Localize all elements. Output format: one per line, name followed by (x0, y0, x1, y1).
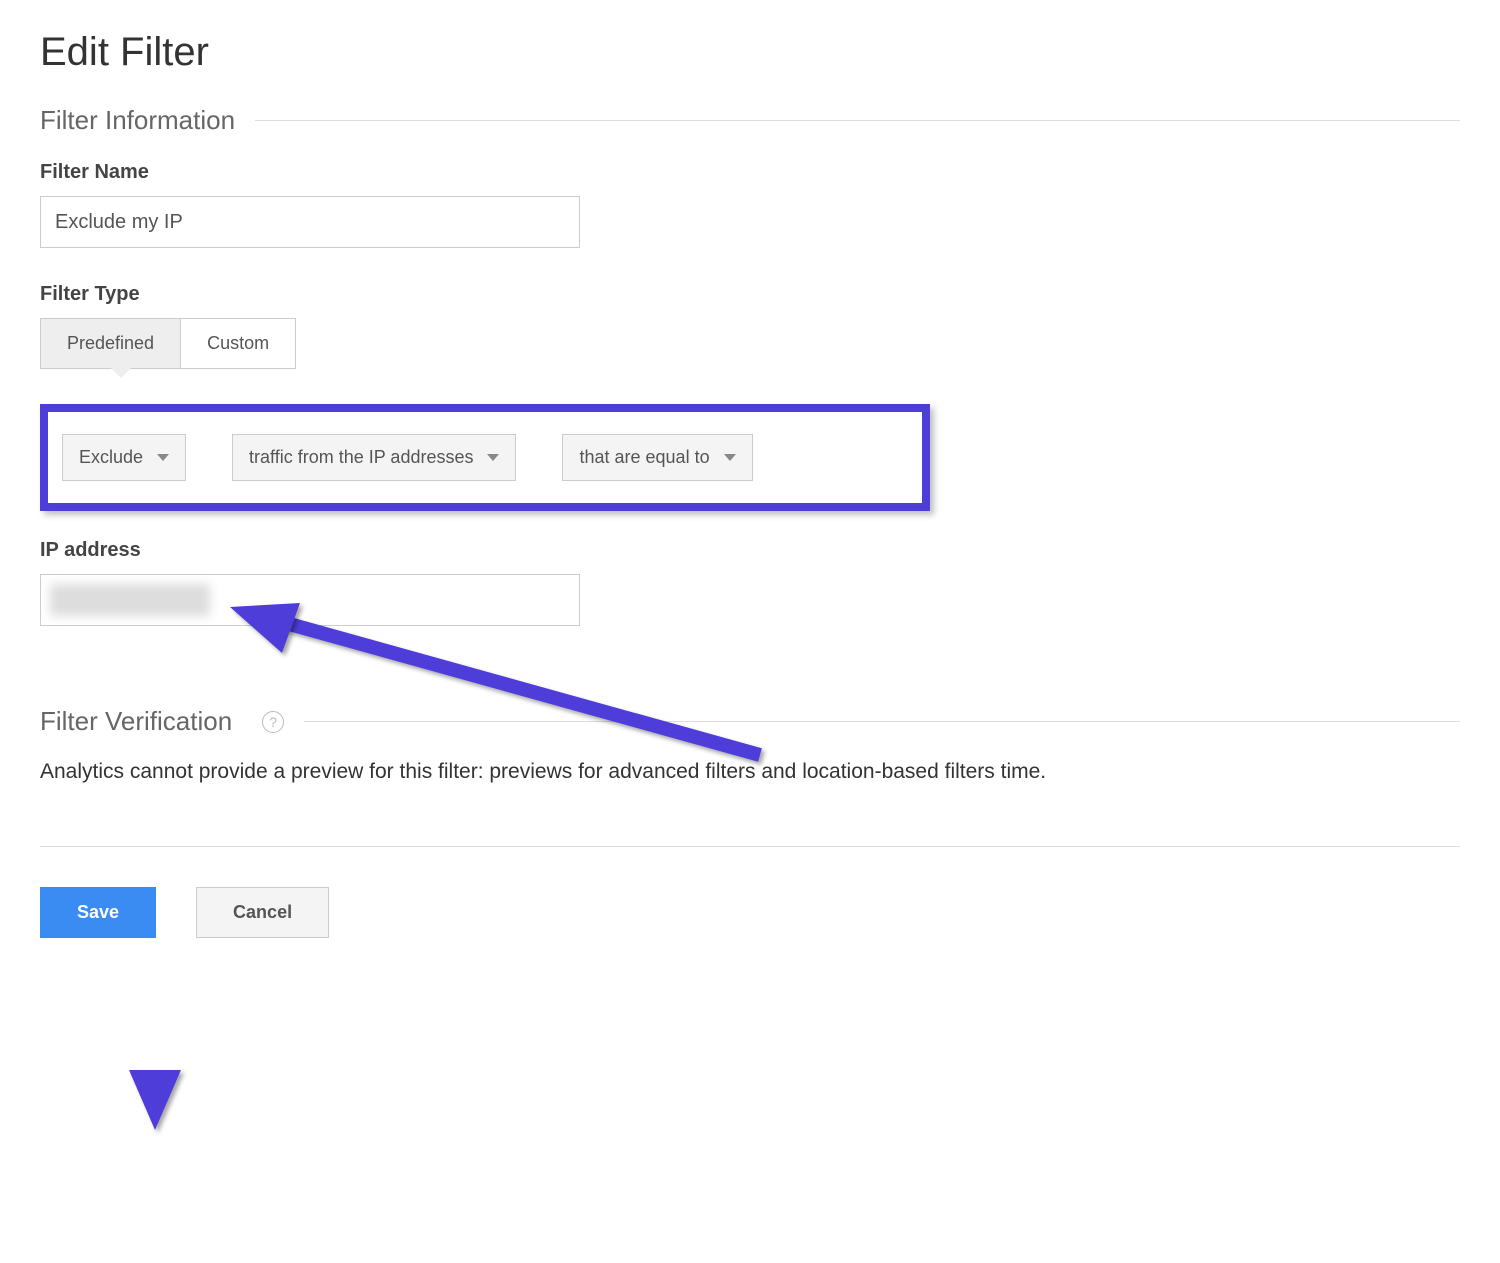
edit-filter-form: Edit Filter Filter Information Filter Na… (40, 30, 1460, 938)
help-icon[interactable]: ? (262, 711, 284, 733)
filter-source-value: traffic from the IP addresses (249, 447, 473, 468)
filter-name-label: Filter Name (40, 161, 1460, 184)
page-title: Edit Filter (40, 30, 1460, 75)
annotation-arrow-to-save-icon (115, 920, 235, 1140)
divider (304, 721, 1460, 722)
tab-custom[interactable]: Custom (181, 319, 295, 368)
redacted-ip-value (50, 584, 210, 616)
divider (255, 120, 1460, 121)
filter-verification-message: Analytics cannot provide a preview for t… (40, 757, 1460, 786)
ip-address-block: IP address (40, 539, 1460, 626)
chevron-down-icon (487, 454, 499, 461)
filter-information-label: Filter Information (40, 105, 235, 136)
filter-expression-dropdown[interactable]: that are equal to (562, 434, 752, 481)
filter-action-dropdown[interactable]: Exclude (62, 434, 186, 481)
filter-type-tabs: Predefined Custom (40, 318, 296, 369)
filter-type-label: Filter Type (40, 283, 1460, 306)
ip-address-input-wrap (40, 574, 580, 626)
active-tab-indicator-icon (111, 368, 131, 378)
filter-name-input[interactable] (40, 196, 580, 248)
filter-action-value: Exclude (79, 447, 143, 468)
predefined-filter-dropdowns-highlight: Exclude traffic from the IP addresses th… (40, 404, 930, 511)
filter-source-dropdown[interactable]: traffic from the IP addresses (232, 434, 516, 481)
save-button[interactable]: Save (40, 887, 156, 938)
filter-verification-label: Filter Verification (40, 706, 232, 737)
filter-expression-value: that are equal to (579, 447, 709, 468)
cancel-button[interactable]: Cancel (196, 887, 329, 938)
ip-address-label: IP address (40, 539, 1460, 562)
form-actions: Save Cancel (40, 887, 1460, 938)
filter-information-header: Filter Information (40, 105, 1460, 136)
chevron-down-icon (724, 454, 736, 461)
chevron-down-icon (157, 454, 169, 461)
filter-type-block: Filter Type Predefined Custom (40, 283, 1460, 369)
filter-verification-header: Filter Verification ? (40, 706, 1460, 737)
filter-name-block: Filter Name (40, 161, 1460, 248)
tab-predefined[interactable]: Predefined (41, 319, 180, 368)
divider (40, 846, 1460, 847)
